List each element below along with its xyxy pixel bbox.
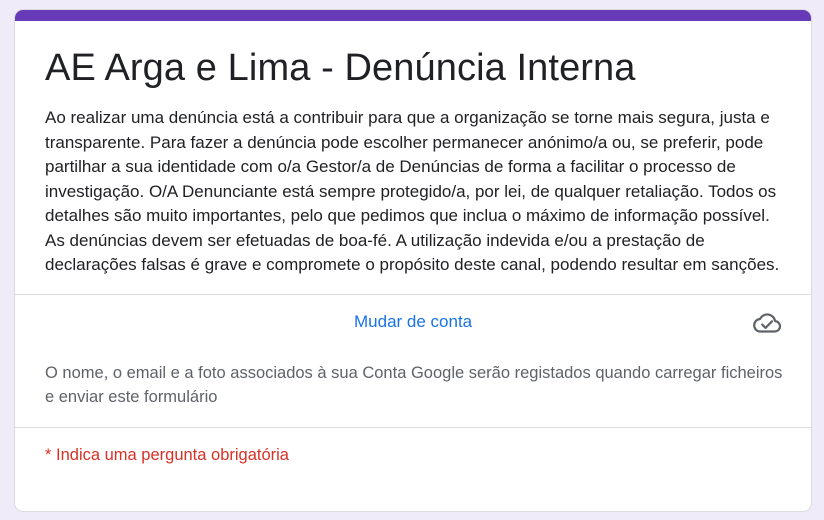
form-header-card: AE Arga e Lima - Denúncia Interna Ao rea… bbox=[14, 9, 812, 512]
theme-accent-bar bbox=[15, 10, 811, 21]
form-description: Ao realizar uma denúncia está a contribu… bbox=[45, 108, 780, 274]
form-title: AE Arga e Lima - Denúncia Interna bbox=[45, 47, 636, 89]
privacy-notice: O nome, o email e a foto associados à su… bbox=[45, 363, 783, 406]
account-row: Mudar de conta bbox=[15, 295, 811, 352]
form-header: AE Arga e Lima - Denúncia Interna Ao rea… bbox=[15, 21, 811, 294]
cloud-done-icon bbox=[753, 312, 782, 333]
switch-account-link[interactable]: Mudar de conta bbox=[354, 312, 472, 332]
required-question-note: * Indica uma pergunta obrigatória bbox=[45, 445, 289, 464]
